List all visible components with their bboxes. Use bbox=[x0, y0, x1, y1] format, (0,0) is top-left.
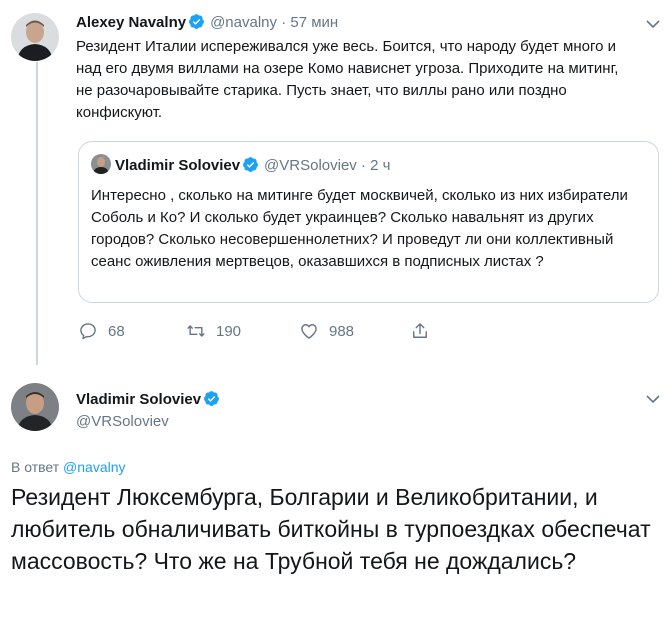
retweet-icon bbox=[187, 325, 205, 337]
meta-separator: · bbox=[360, 157, 366, 174]
reply-author-name[interactable]: Vladimir Soloviev bbox=[76, 391, 201, 408]
meta-separator: · bbox=[281, 14, 287, 31]
tweet-text: Резидент Италии испереживался уже весь. … bbox=[76, 38, 619, 121]
tweet-actions: 68 190 988 bbox=[78, 320, 478, 342]
retweet-count: 190 bbox=[216, 322, 242, 340]
soloviev-avatar[interactable] bbox=[11, 383, 59, 431]
reply-to-line: В ответ @navalny bbox=[11, 458, 126, 476]
quoted-author-name: Vladimir Soloviev bbox=[115, 157, 241, 174]
like-button[interactable]: 988 bbox=[299, 320, 354, 342]
heart-icon bbox=[301, 324, 317, 339]
soloviev-small-avatar bbox=[91, 154, 111, 174]
reply-icon bbox=[80, 323, 96, 340]
navalny-avatar[interactable] bbox=[11, 13, 59, 61]
author-handle[interactable]: @navalny bbox=[210, 14, 277, 31]
quoted-tweet[interactable]: Vladimir Soloviev @VRSoloviev · 2 ч Интер… bbox=[78, 141, 659, 303]
retweet-button[interactable]: 190 bbox=[186, 320, 241, 342]
share-button[interactable] bbox=[410, 320, 440, 342]
reply-count: 68 bbox=[108, 322, 125, 340]
quoted-tweet-time: 2 ч bbox=[370, 157, 391, 174]
quoted-author-handle: @VRSoloviev bbox=[264, 157, 357, 174]
verified-badge-icon bbox=[189, 14, 205, 29]
reply-author-name-row: Vladimir Soloviev bbox=[76, 390, 225, 410]
verified-badge-icon bbox=[243, 157, 258, 172]
tweet-header: Alexey Navalny @navalny · 57 мин bbox=[76, 13, 656, 33]
tweet-navalny: Alexey Navalny @navalny · 57 мин Резидент… bbox=[76, 13, 656, 124]
author-name[interactable]: Alexey Navalny bbox=[76, 14, 186, 31]
tweet-time[interactable]: 57 мин bbox=[290, 14, 338, 31]
reply-tweet-text: Резидент Люксембурга, Болгарии и Великоб… bbox=[11, 484, 651, 574]
chevron-down-icon[interactable] bbox=[646, 19, 660, 29]
quoted-tweet-text: Интересно , сколько на митинге будет мос… bbox=[91, 187, 628, 270]
reply-to-prefix: В ответ bbox=[11, 459, 60, 475]
thread-connector-line bbox=[36, 62, 38, 365]
reply-button[interactable]: 68 bbox=[78, 320, 125, 342]
like-count: 988 bbox=[329, 322, 355, 340]
verified-badge-icon bbox=[204, 391, 219, 406]
quoted-tweet-header: Vladimir Soloviev @VRSoloviev · 2 ч bbox=[91, 154, 390, 176]
reply-author-handle[interactable]: @VRSoloviev bbox=[76, 412, 169, 432]
share-icon bbox=[413, 323, 427, 338]
chevron-down-icon[interactable] bbox=[646, 394, 660, 404]
reply-to-link[interactable]: @navalny bbox=[63, 459, 125, 475]
